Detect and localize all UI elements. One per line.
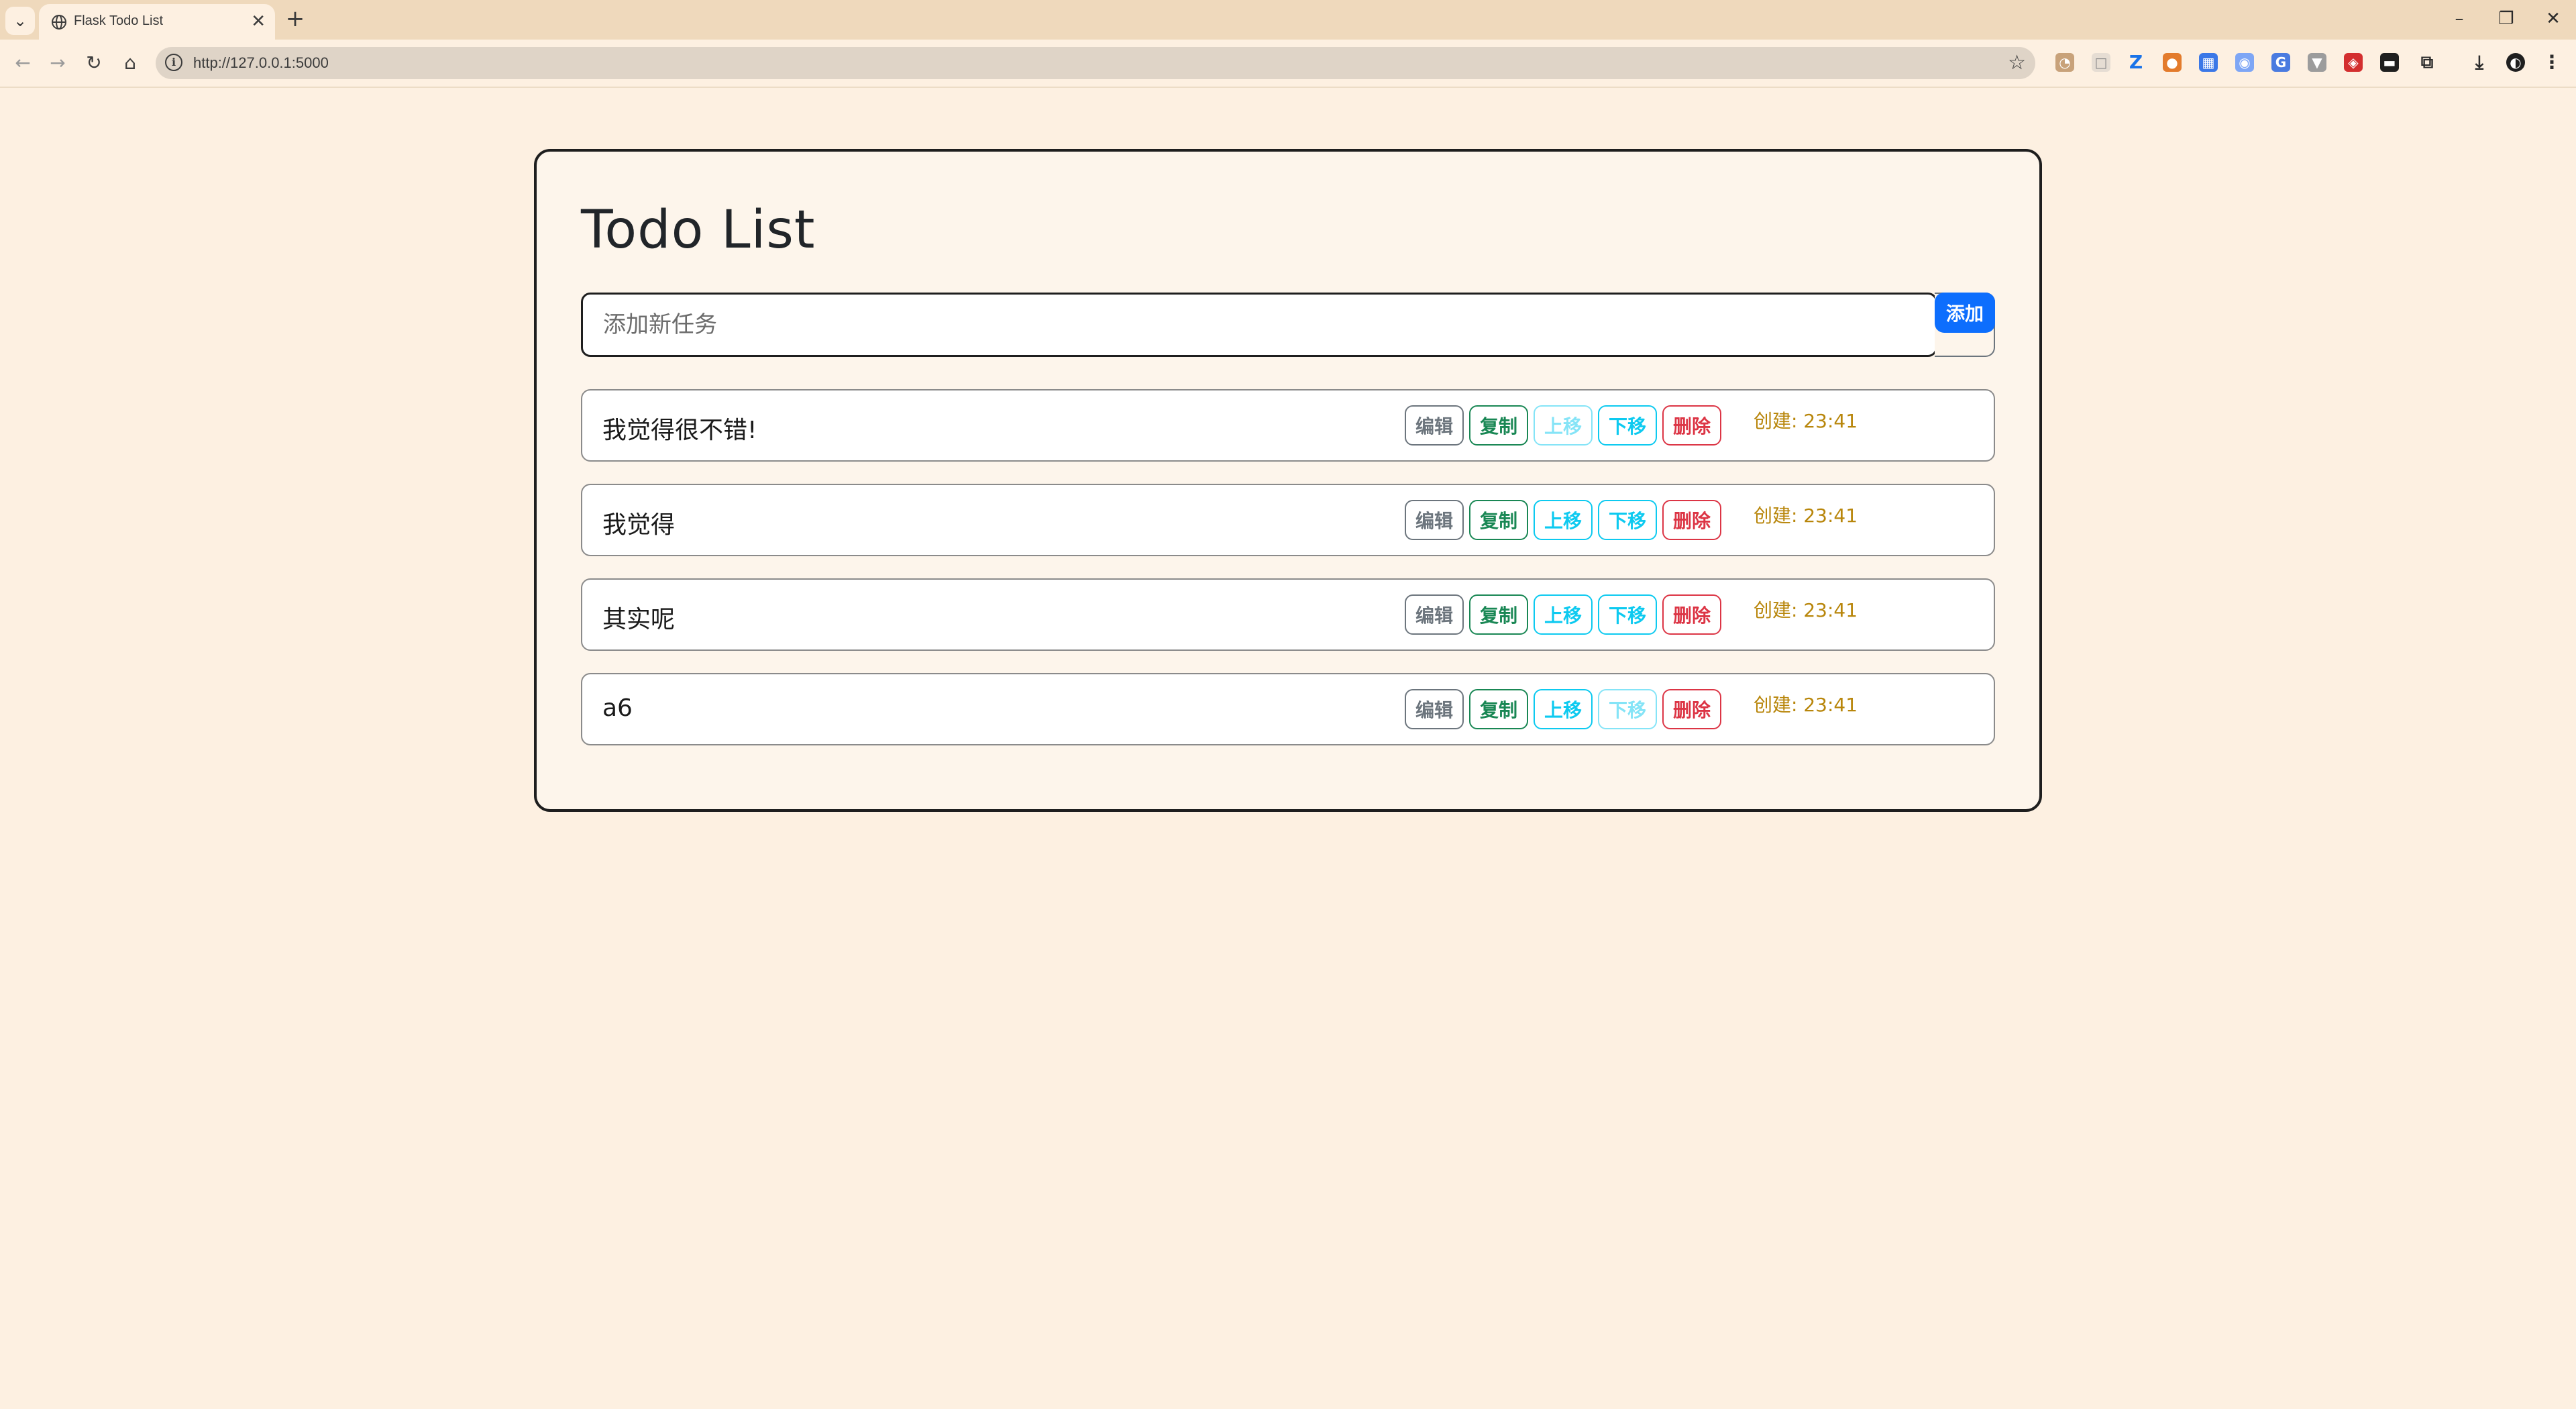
add-task-button[interactable]: 添加 — [1935, 293, 1995, 333]
move-down-button[interactable]: 下移 — [1598, 500, 1657, 540]
extension-z-icon[interactable]: Z — [2127, 53, 2145, 72]
browser-toolbar: ← → ↻ ⌂ i http://127.0.0.1:5000 ☆ ◔ □ Z … — [0, 40, 2576, 88]
todo-actions: 编辑 复制 上移 下移 删除 — [1405, 500, 1721, 540]
arrow-right-icon[interactable]: → — [44, 50, 71, 76]
move-up-button[interactable]: 上移 — [1534, 500, 1593, 540]
todo-actions: 编辑 复制 上移 下移 删除 — [1405, 689, 1721, 729]
move-up-button[interactable]: 上移 — [1534, 689, 1593, 729]
copy-button[interactable]: 复制 — [1469, 500, 1528, 540]
todo-item: 我觉得 编辑 复制 上移 下移 删除 创建: 23:41 — [581, 484, 1995, 556]
created-timestamp: 创建: 23:41 — [1754, 410, 1858, 432]
extension-icon[interactable]: ▦ — [2199, 53, 2218, 72]
home-icon[interactable]: ⌂ — [117, 50, 144, 76]
shield-extension-icon[interactable]: ▼ — [2308, 53, 2326, 72]
arrow-left-icon[interactable]: ← — [9, 50, 36, 76]
delete-button[interactable]: 删除 — [1662, 500, 1721, 540]
new-task-input[interactable] — [581, 293, 1937, 357]
created-timestamp: 创建: 23:41 — [1754, 599, 1858, 621]
edit-button[interactable]: 编辑 — [1405, 689, 1464, 729]
window-close-icon[interactable]: ✕ — [2533, 5, 2573, 32]
todo-actions: 编辑 复制 上移 下移 删除 — [1405, 594, 1721, 635]
created-timestamp: 创建: 23:41 — [1754, 505, 1858, 527]
todo-item: 我觉得很不错! 编辑 复制 上移 下移 删除 创建: 23:41 — [581, 389, 1995, 462]
copy-button[interactable]: 复制 — [1469, 405, 1528, 446]
delete-button[interactable]: 删除 — [1662, 405, 1721, 446]
browser-tab-bar: ⌄ Flask Todo List ✕ + – ❐ ✕ — [0, 0, 2576, 40]
new-tab-plus-icon[interactable]: + — [282, 5, 309, 32]
download-icon[interactable]: ⤓ — [2470, 53, 2489, 72]
move-down-button[interactable]: 下移 — [1598, 594, 1657, 635]
address-bar[interactable]: i http://127.0.0.1:5000 ☆ — [156, 47, 2035, 79]
move-down-button[interactable]: 下移 — [1598, 405, 1657, 446]
todo-text: 我觉得 — [602, 511, 676, 539]
restore-icon[interactable]: ❐ — [2486, 5, 2526, 32]
copy-button[interactable]: 复制 — [1469, 689, 1528, 729]
translate-extension-icon[interactable]: G — [2271, 53, 2290, 72]
edit-button[interactable]: 编辑 — [1405, 594, 1464, 635]
star-icon[interactable]: ☆ — [2008, 51, 2026, 74]
add-task-form: 添加 — [581, 293, 1995, 357]
extension-icon[interactable]: □ — [2092, 53, 2110, 72]
tab-close-icon[interactable]: ✕ — [251, 11, 266, 32]
globe-icon — [52, 15, 66, 30]
edit-button[interactable]: 编辑 — [1405, 500, 1464, 540]
extension-icon[interactable]: ◉ — [2235, 53, 2254, 72]
minimize-icon[interactable]: – — [2439, 5, 2479, 32]
todo-list: 我觉得很不错! 编辑 复制 上移 下移 删除 创建: 23:41 我觉得 编辑 … — [581, 389, 1995, 768]
move-up-button[interactable]: 上移 — [1534, 405, 1593, 446]
created-timestamp: 创建: 23:41 — [1754, 694, 1858, 716]
todo-card: Todo List 添加 我觉得很不错! 编辑 复制 上移 下移 删除 创建: … — [534, 149, 2042, 812]
address-url[interactable]: http://127.0.0.1:5000 — [193, 54, 329, 72]
info-icon[interactable]: i — [165, 54, 182, 71]
delete-button[interactable]: 删除 — [1662, 594, 1721, 635]
todo-item: a6 编辑 复制 上移 下移 删除 创建: 23:41 — [581, 673, 1995, 745]
delete-button[interactable]: 删除 — [1662, 689, 1721, 729]
reload-icon[interactable]: ↻ — [80, 50, 107, 76]
move-up-button[interactable]: 上移 — [1534, 594, 1593, 635]
puzzle-extensions-icon[interactable]: ⧉ — [2418, 53, 2436, 72]
tab-title: Flask Todo List — [74, 13, 164, 28]
extension-icon[interactable]: ◔ — [2055, 53, 2074, 72]
kebab-menu-icon[interactable]: ⋮ — [2542, 53, 2561, 72]
todo-text: 其实呢 — [602, 606, 676, 633]
todo-actions: 编辑 复制 上移 下移 删除 — [1405, 405, 1721, 446]
edit-button[interactable]: 编辑 — [1405, 405, 1464, 446]
profile-icon[interactable]: ◐ — [2506, 53, 2525, 72]
page-title: Todo List — [581, 200, 816, 260]
copy-button[interactable]: 复制 — [1469, 594, 1528, 635]
todo-item: 其实呢 编辑 复制 上移 下移 删除 创建: 23:41 — [581, 578, 1995, 651]
extension-icon[interactable]: ▬ — [2380, 53, 2399, 72]
extension-icon[interactable]: ● — [2163, 53, 2182, 72]
tab-search-chevron-down-icon[interactable]: ⌄ — [5, 7, 35, 35]
browser-tab[interactable]: Flask Todo List ✕ — [39, 4, 275, 40]
todo-text: a6 — [602, 694, 633, 722]
todo-text: 我觉得很不错! — [602, 417, 757, 444]
extension-icon[interactable]: ◈ — [2344, 53, 2363, 72]
move-down-button[interactable]: 下移 — [1598, 689, 1657, 729]
